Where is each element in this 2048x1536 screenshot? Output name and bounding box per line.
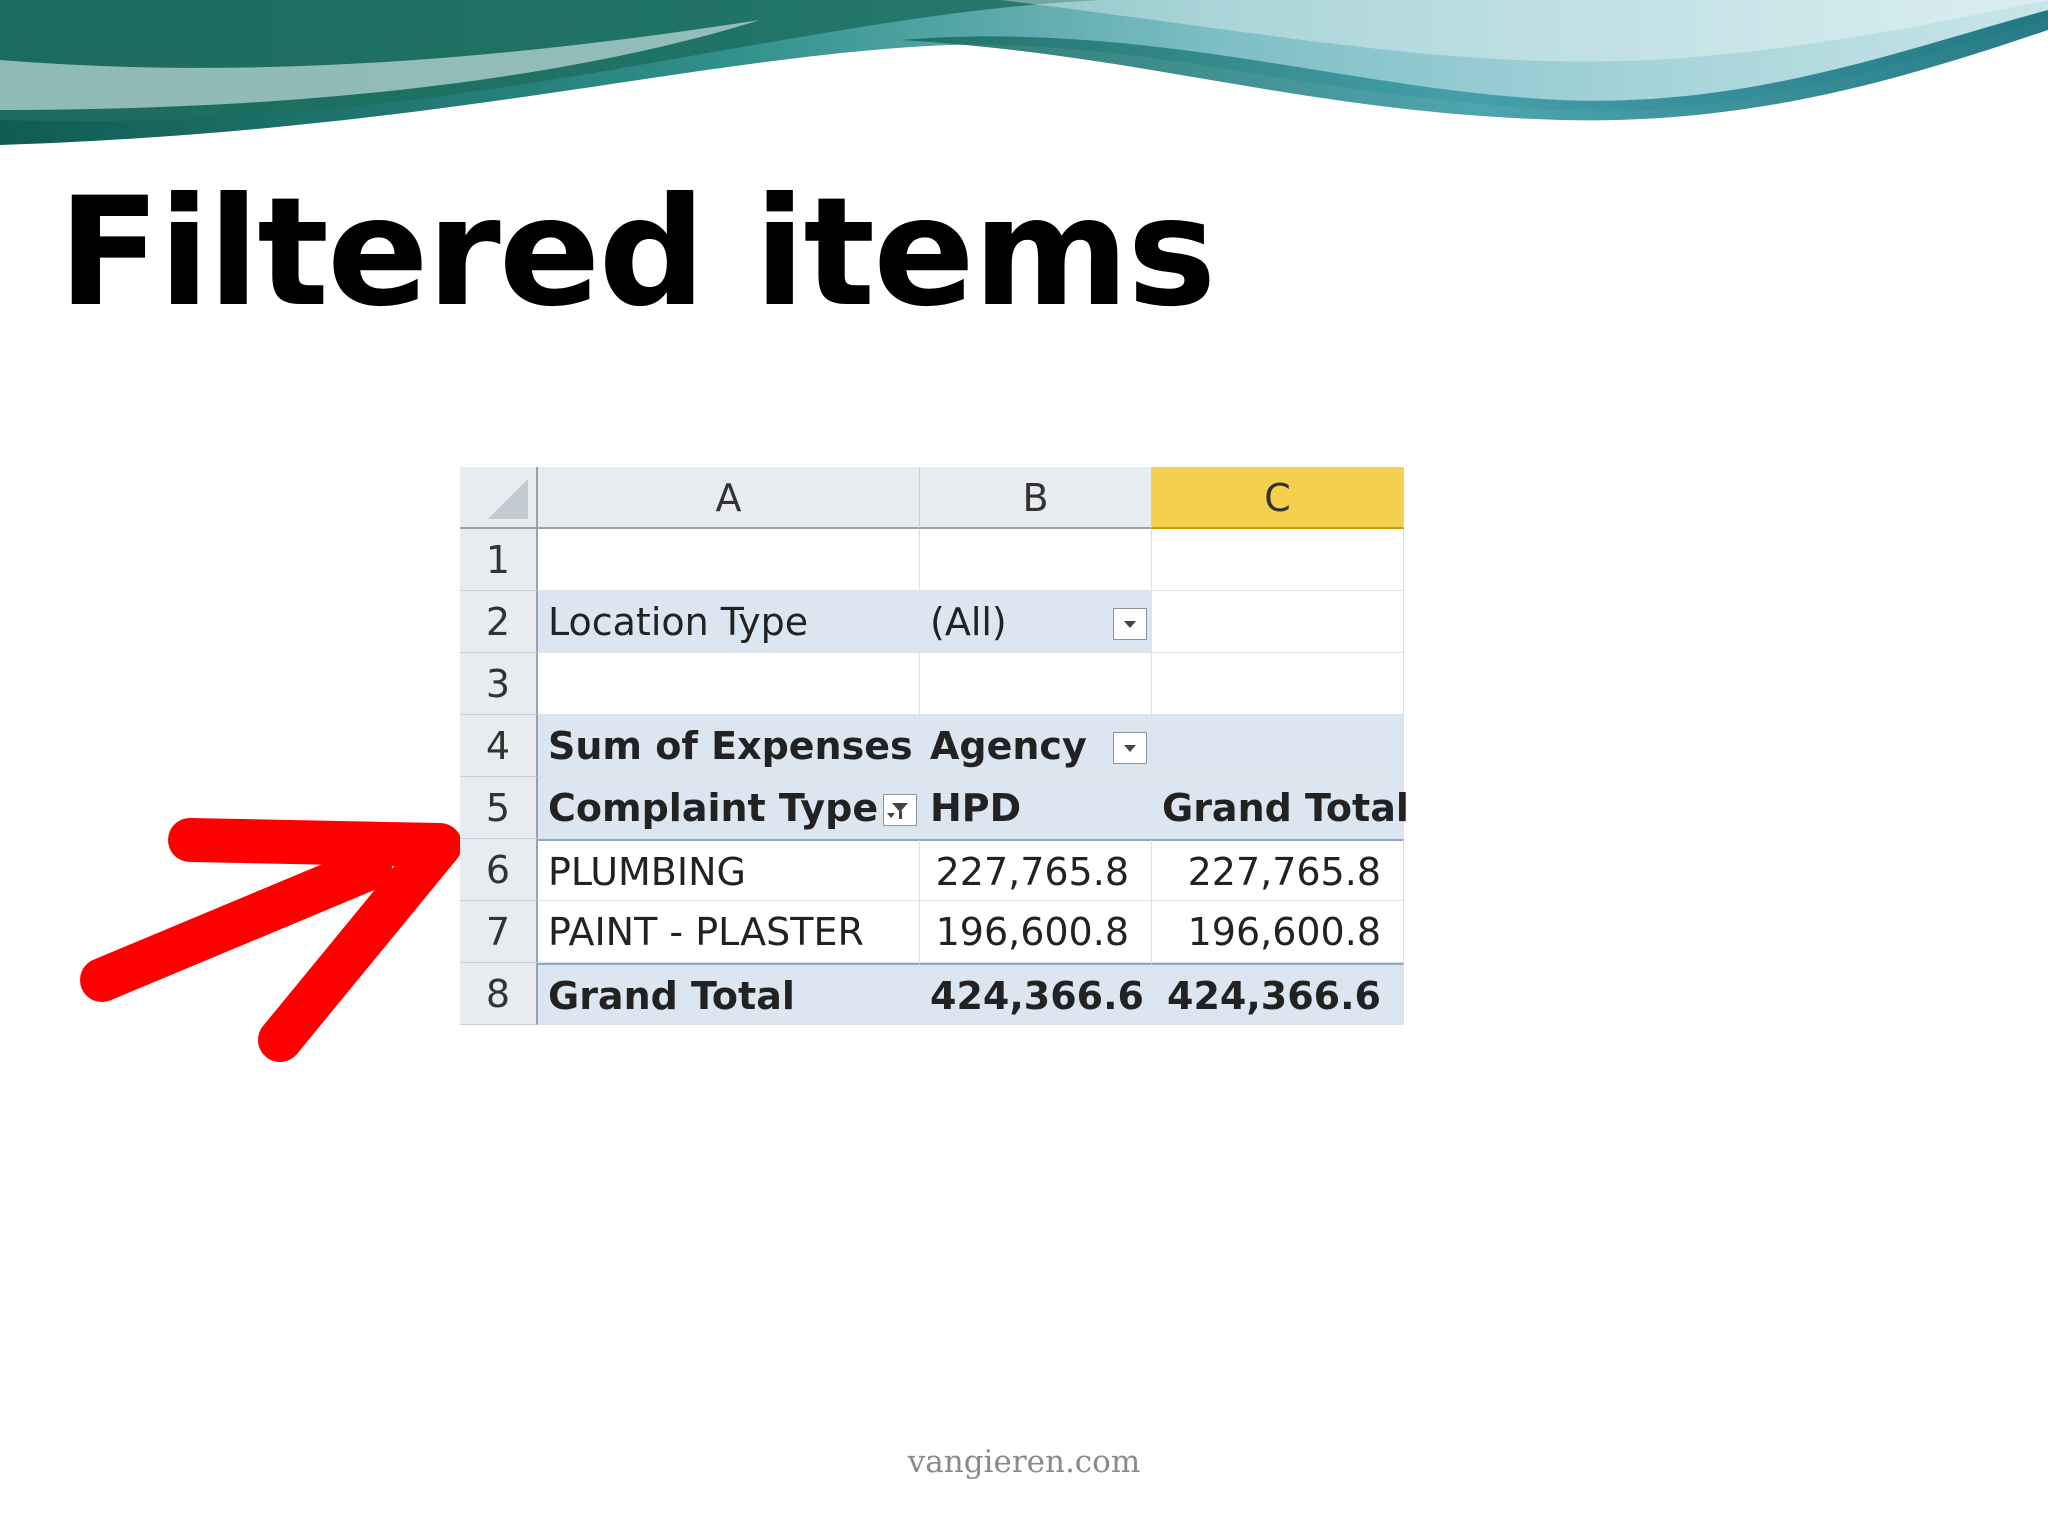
grand-total-hpd-value[interactable]: 424,366.6 (920, 963, 1152, 1025)
row-item-total-value[interactable]: 227,765.8 (1152, 839, 1404, 901)
cell-c2[interactable] (1152, 591, 1404, 653)
column-field-label[interactable]: Agency (920, 715, 1152, 777)
row-item-total-value[interactable]: 196,600.8 (1152, 901, 1404, 963)
slide-title: Filtered items (58, 166, 1216, 340)
cell-b3[interactable] (920, 653, 1152, 715)
column-item-hpd[interactable]: HPD (920, 777, 1152, 839)
report-filter-value-text: (All) (930, 600, 1007, 644)
row-item-label[interactable]: PLUMBING (538, 839, 920, 901)
column-header-row: A B C (460, 467, 1404, 529)
chevron-down-icon (1124, 621, 1136, 628)
row-header-1[interactable]: 1 (460, 529, 538, 591)
sheet-row-7: 7 PAINT - PLASTER 196,600.8 196,600.8 (460, 901, 1404, 963)
row-header-2[interactable]: 2 (460, 591, 538, 653)
column-field-text: Agency (930, 724, 1087, 768)
cell-a3[interactable] (538, 653, 920, 715)
sheet-row-6: 6 PLUMBING 227,765.8 227,765.8 (460, 839, 1404, 901)
row-header-4[interactable]: 4 (460, 715, 538, 777)
cell-b1[interactable] (920, 529, 1152, 591)
agency-dropdown-button[interactable] (1113, 732, 1147, 764)
sheet-row-3: 3 (460, 653, 1404, 715)
chevron-down-icon (1124, 745, 1136, 752)
cell-a1[interactable] (538, 529, 920, 591)
grand-total-column-header[interactable]: Grand Total (1152, 777, 1409, 839)
cell-c1[interactable] (1152, 529, 1404, 591)
column-header-a[interactable]: A (538, 467, 920, 529)
row-item-hpd-value[interactable]: 196,600.8 (920, 901, 1152, 963)
sheet-row-2: 2 Location Type (All) (460, 591, 1404, 653)
cell-c4[interactable] (1152, 715, 1404, 777)
decorative-wave-banner (0, 0, 2048, 145)
slide-footer: vangieren.com (907, 1444, 1141, 1480)
pivot-table-sheet: A B C 1 2 Location Type (All) 3 4 Sum of… (460, 467, 1409, 1025)
column-header-b[interactable]: B (920, 467, 1152, 529)
filter-applied-button[interactable] (883, 794, 917, 826)
sheet-row-5: 5 Complaint Type HPD Grand Total (460, 777, 1409, 839)
report-filter-label[interactable]: Location Type (538, 591, 920, 653)
red-arrow-icon (80, 818, 462, 1062)
column-header-c[interactable]: C (1152, 467, 1404, 529)
row-header-5[interactable]: 5 (460, 777, 538, 839)
row-header-7[interactable]: 7 (460, 901, 538, 963)
report-filter-value[interactable]: (All) (920, 591, 1152, 653)
row-item-label[interactable]: PAINT - PLASTER (538, 901, 920, 963)
row-field-label[interactable]: Complaint Type (538, 777, 920, 839)
grand-total-value[interactable]: 424,366.6 (1152, 963, 1404, 1025)
row-field-text: Complaint Type (548, 786, 879, 830)
row-header-8[interactable]: 8 (460, 963, 538, 1025)
select-all-corner[interactable] (460, 467, 538, 529)
value-field-label[interactable]: Sum of Expenses (538, 715, 920, 777)
grand-total-row-label[interactable]: Grand Total (538, 963, 920, 1025)
row-item-hpd-value[interactable]: 227,765.8 (920, 839, 1152, 901)
filter-dropdown-button[interactable] (1113, 608, 1147, 640)
sheet-row-4: 4 Sum of Expenses Agency (460, 715, 1404, 777)
sheet-row-1: 1 (460, 529, 1404, 591)
row-header-3[interactable]: 3 (460, 653, 538, 715)
cell-c3[interactable] (1152, 653, 1404, 715)
sheet-row-8: 8 Grand Total 424,366.6 424,366.6 (460, 963, 1404, 1025)
row-header-6[interactable]: 6 (460, 839, 538, 901)
